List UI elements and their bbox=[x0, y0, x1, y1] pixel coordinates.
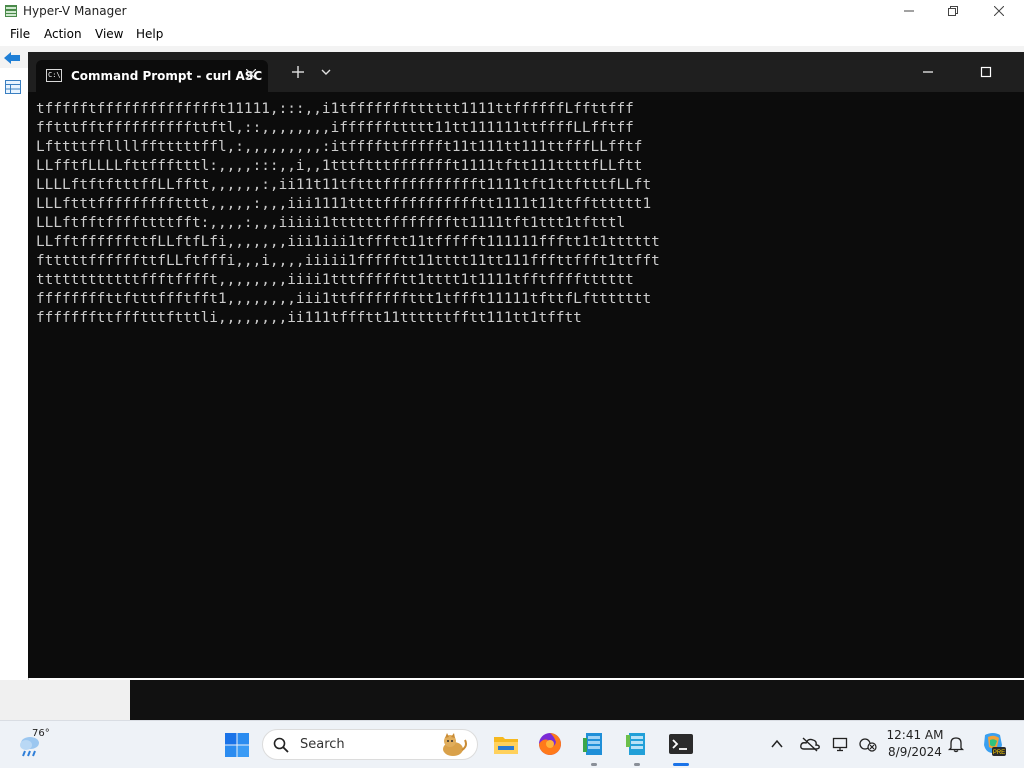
copilot-preview-icon[interactable]: PRE bbox=[980, 731, 1006, 757]
terminal-titlebar: C:\ Command Prompt - curl ASC bbox=[28, 52, 1024, 92]
chevron-down-icon[interactable] bbox=[320, 66, 332, 78]
notifications-bell-icon[interactable] bbox=[947, 735, 965, 753]
clock-date[interactable]: 8/9/2024 bbox=[880, 745, 950, 759]
active-app-indicator bbox=[673, 763, 689, 766]
running-app-indicator bbox=[591, 763, 597, 766]
onedrive-icon[interactable] bbox=[800, 736, 820, 752]
hyperv-close-button[interactable] bbox=[976, 0, 1022, 22]
terminal-window: C:\ Command Prompt - curl ASC tffffftfff… bbox=[28, 52, 1024, 678]
terminal-maximize-icon[interactable] bbox=[976, 62, 996, 82]
hyperv-app-icon bbox=[5, 5, 17, 17]
command-prompt-icon: C:\ bbox=[46, 69, 62, 82]
running-app-indicator bbox=[634, 763, 640, 766]
file-explorer-icon[interactable] bbox=[492, 730, 520, 758]
display-settings-icon[interactable] bbox=[832, 735, 850, 753]
show-hidden-icons-chevron-up-icon[interactable] bbox=[769, 736, 785, 752]
hyperv-manager-taskbar-icon[interactable] bbox=[580, 730, 608, 758]
windows-start-icon[interactable] bbox=[224, 732, 250, 758]
terminal-tab-command-prompt[interactable]: C:\ Command Prompt - curl ASC bbox=[36, 60, 268, 92]
menu-view[interactable]: View bbox=[95, 27, 123, 41]
vm-connection-icon[interactable] bbox=[623, 730, 651, 758]
taskbar-search-box[interactable]: Search bbox=[262, 729, 478, 760]
firefox-icon[interactable] bbox=[536, 730, 564, 758]
hyperv-navigation-tree bbox=[0, 70, 29, 700]
restore-icon bbox=[948, 6, 958, 16]
search-icon bbox=[273, 737, 289, 753]
new-tab-plus-icon[interactable] bbox=[290, 64, 306, 80]
menu-file[interactable]: File bbox=[10, 27, 30, 41]
search-highlight-cat-icon bbox=[443, 733, 467, 756]
minimize-icon bbox=[904, 10, 914, 12]
copilot-badge-text: PRE bbox=[993, 750, 1005, 756]
hyperv-window-title: Hyper-V Manager bbox=[23, 4, 127, 18]
terminal-minimize-icon[interactable] bbox=[918, 62, 938, 82]
tab-close-button[interactable] bbox=[241, 64, 261, 84]
hyperv-menubar: File Action View Help bbox=[0, 22, 1024, 46]
hyperv-titlebar: Hyper-V Manager bbox=[0, 0, 1024, 22]
network-disconnected-icon[interactable] bbox=[858, 735, 878, 753]
back-arrow-icon[interactable] bbox=[3, 50, 21, 66]
menu-help[interactable]: Help bbox=[136, 27, 163, 41]
close-icon bbox=[994, 6, 1004, 16]
clock-time[interactable]: 12:41 AM bbox=[880, 728, 950, 742]
background-dark-area bbox=[130, 680, 1024, 720]
search-label: Search bbox=[300, 737, 345, 752]
hyperv-manager-node-icon[interactable] bbox=[5, 80, 21, 94]
hyperv-minimize-button[interactable] bbox=[886, 0, 932, 22]
terminal-taskbar-icon[interactable] bbox=[667, 730, 695, 758]
terminal-output-area[interactable]: tffffftfffffffffffffft11111,:::,,i1tffff… bbox=[36, 100, 1016, 670]
hyperv-status-area bbox=[0, 680, 131, 720]
close-icon bbox=[245, 68, 257, 80]
tab-title: Command Prompt - curl ASC bbox=[71, 69, 263, 83]
menu-action[interactable]: Action bbox=[44, 27, 82, 41]
weather-temperature: 76° bbox=[32, 728, 50, 739]
terminal-ascii-art-output: tffffftfffffffffffffft11111,:::,,i1tffff… bbox=[36, 101, 660, 326]
hyperv-restore-button[interactable] bbox=[930, 0, 976, 22]
